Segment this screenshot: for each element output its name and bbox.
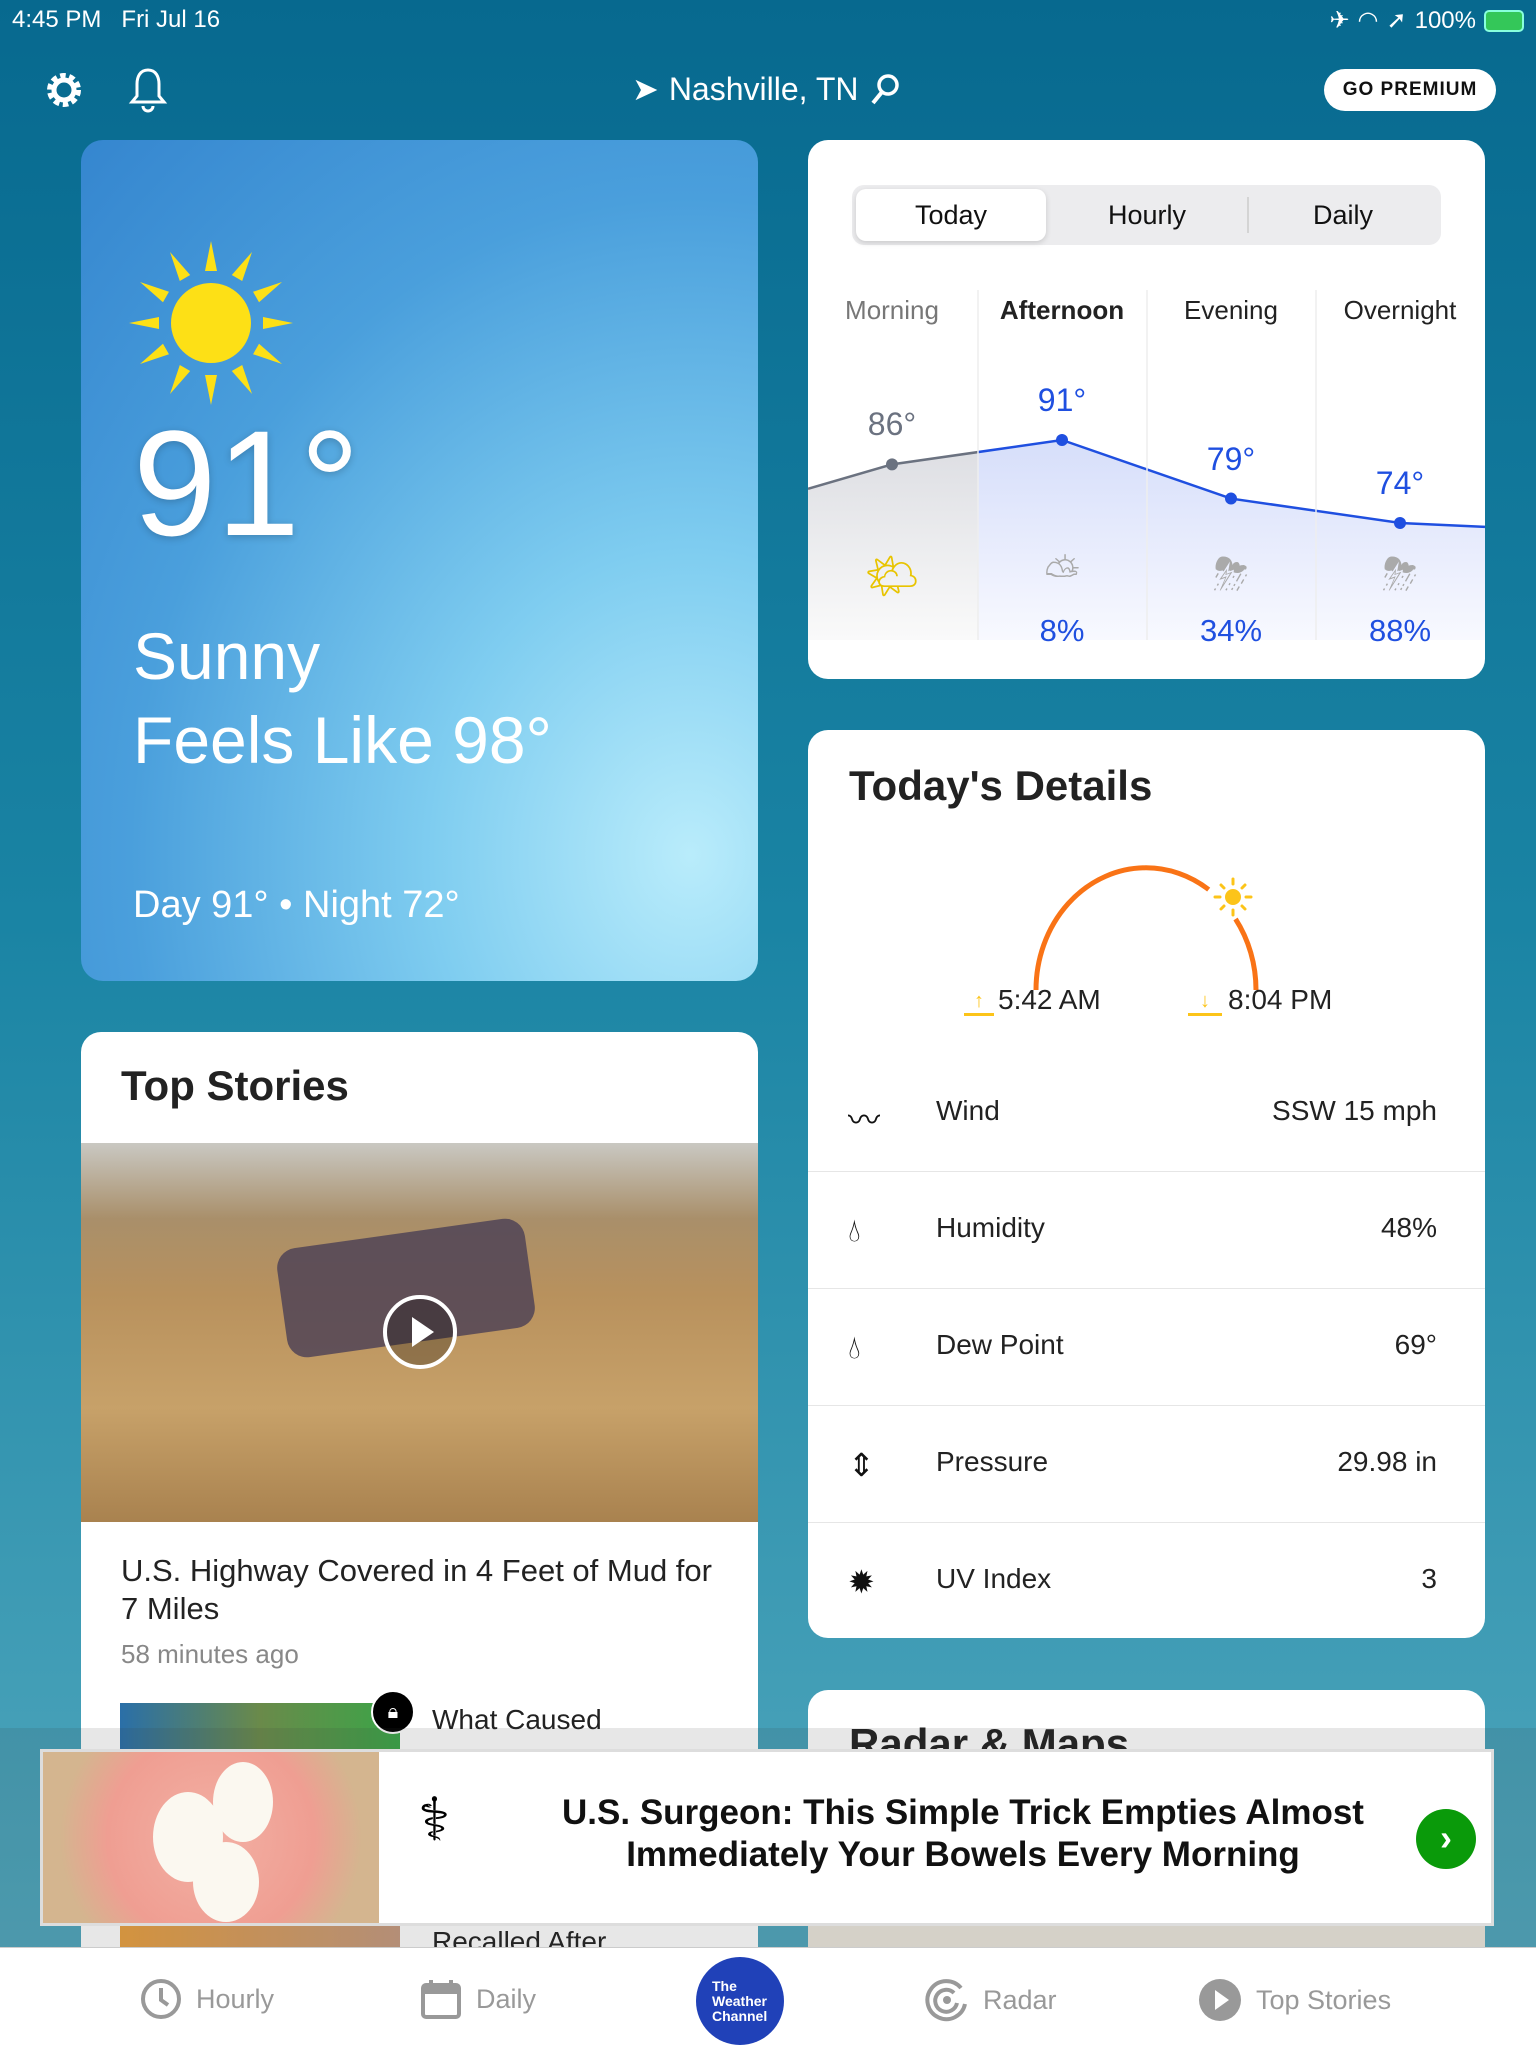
period-precip: 8%	[1039, 613, 1085, 648]
period-label: Overnight	[1343, 295, 1457, 325]
sunrise: ↑ 5:42 AM	[964, 984, 1101, 1016]
detail-row-uv-index: ✹ UV Index 3	[808, 1523, 1485, 1638]
sunny-partly-cloudy-icon: 🌤︎	[864, 552, 920, 601]
nav-hourly[interactable]: Hourly	[140, 1978, 274, 2020]
period-temp: 91°	[1037, 382, 1087, 418]
forecast-card: Today Hourly Daily Morning 86° 🌤︎ Aftern…	[808, 140, 1485, 679]
notifications-bell-icon[interactable]	[128, 66, 168, 114]
nav-daily[interactable]: Daily	[420, 1978, 536, 2020]
nav-radar[interactable]: Radar	[925, 1978, 1057, 2022]
detail-row-pressure: ⇕ Pressure 29.98 in	[808, 1406, 1485, 1523]
current-conditions-card[interactable]: 91° Sunny Feels Like 98° Day 91° • Night…	[81, 140, 758, 981]
period-morning[interactable]: Morning 86° 🌤︎	[808, 140, 977, 679]
detail-value: 3	[1421, 1563, 1437, 1594]
status-time: 4:45 PM Fri Jul 16	[12, 6, 221, 33]
location-selector[interactable]: ➤ Nashville, TN	[632, 70, 901, 108]
search-icon[interactable]	[869, 72, 901, 106]
sunrise-icon: ↑	[964, 990, 994, 1016]
period-label: Evening	[1184, 295, 1278, 325]
details-title: Today's Details	[849, 762, 1153, 809]
period-label: Morning	[845, 295, 939, 325]
detail-row-humidity: 💧︎ Humidity 48%	[808, 1172, 1485, 1289]
location-name: Nashville, TN	[668, 70, 859, 107]
detail-value: 48%	[1380, 1212, 1437, 1243]
detail-row-dew-point: 💧︎ Dew Point 69°	[808, 1289, 1485, 1406]
sun-icon	[129, 241, 293, 405]
sunset-icon: ↓	[1188, 990, 1222, 1016]
period-temp: 74°	[1375, 464, 1425, 501]
detail-value: SSW 15 mph	[1272, 1095, 1437, 1126]
top-stories-title: Top Stories	[121, 1062, 349, 1109]
location-arrow-icon: ➤	[632, 71, 659, 107]
sunset: ↓ 8:04 PM	[1188, 984, 1332, 1016]
period-label: Afternoon	[999, 295, 1125, 325]
night-thunderstorm-icon: ⛈︎	[1213, 550, 1249, 599]
detail-label: Pressure	[936, 1446, 1049, 1477]
day-night-temps: Day 91° • Night 72°	[133, 884, 460, 926]
ad-text[interactable]: U.S. Surgeon: This Simple Trick Empties …	[513, 1792, 1413, 1876]
status-icons: ✈︎◠ ➚ 100%	[1329, 6, 1524, 35]
bottom-nav: Hourly Daily The Weather Channel Radar T…	[0, 1947, 1536, 2048]
partly-cloudy-icon: ⛅︎	[1044, 550, 1080, 599]
period-temp: 79°	[1206, 440, 1256, 477]
period-temp: 86°	[867, 406, 917, 443]
story-headline[interactable]: U.S. Highway Covered in 4 Feet of Mud fo…	[121, 1552, 731, 1628]
wifi-icon: ︎◠	[1357, 7, 1379, 34]
battery-percent: 100%	[1414, 6, 1476, 34]
current-temp: 91°	[133, 399, 360, 567]
play-circle-icon	[1199, 1979, 1241, 2021]
play-video-icon[interactable]	[381, 1293, 459, 1371]
period-afternoon[interactable]: Afternoon 91° ⛅︎ 8%	[977, 140, 1147, 679]
period-overnight[interactable]: Overnight 74° ⛈︎ 88%	[1315, 140, 1485, 679]
settings-gear-icon[interactable]	[44, 70, 84, 110]
sun-arc	[1033, 865, 1259, 991]
ad-arrow-button[interactable]: ›	[1416, 1809, 1476, 1869]
humidity-icon: 💧︎	[848, 1212, 861, 1248]
period-precip: 34%	[1199, 613, 1263, 648]
detail-label: Wind	[936, 1095, 1000, 1126]
weather-channel-logo-button[interactable]: The Weather Channel	[696, 1957, 784, 2045]
thunderstorm-icon: ⛈︎	[1382, 550, 1418, 599]
calendar-icon	[421, 1980, 461, 2019]
detail-row-wind: 〰 Wind SSW 15 mph	[808, 1055, 1485, 1172]
detail-value: 29.98 in	[1337, 1446, 1437, 1477]
condition: Sunny	[133, 619, 321, 693]
battery-icon	[1484, 9, 1524, 32]
detail-label: Dew Point	[936, 1329, 1064, 1360]
period-evening[interactable]: Evening 79° ⛈︎ 34%	[1146, 140, 1316, 679]
todays-details-card: Today's Details ↑ 5:42 AM ↓ 8:04 PM 〰 Wind S…	[808, 730, 1485, 1638]
ad-banner[interactable]: ⚕ U.S. Surgeon: This Simple Trick Emptie…	[40, 1749, 1494, 1926]
caduceus-logo-icon: ⚕	[418, 1786, 451, 1853]
detail-label: UV Index	[936, 1563, 1052, 1594]
go-premium-button[interactable]: GO PREMIUM	[1324, 69, 1496, 111]
clock-icon	[141, 1979, 181, 2019]
airplane-icon: ✈	[1329, 7, 1350, 34]
pressure-icon: ⇕	[848, 1447, 875, 1483]
detail-value: 69°	[1394, 1329, 1437, 1360]
story-time: 58 minutes ago	[121, 1639, 299, 1669]
detail-label: Humidity	[936, 1212, 1045, 1243]
nav-top-stories[interactable]: Top Stories	[1198, 1978, 1391, 2022]
uv-index-icon: ✹	[848, 1564, 875, 1600]
ad-image[interactable]	[43, 1752, 379, 1923]
sun-position-icon	[1213, 877, 1253, 917]
radar-icon	[925, 1979, 967, 2022]
feels-like: Feels Like 98°	[133, 703, 552, 777]
period-precip: 88%	[1368, 613, 1432, 648]
dew-point-icon: 💧︎	[848, 1329, 861, 1365]
wind-icon: 〰	[848, 1102, 881, 1138]
story-image[interactable]	[81, 1143, 758, 1522]
location-arrow-icon: ➚	[1386, 7, 1407, 34]
